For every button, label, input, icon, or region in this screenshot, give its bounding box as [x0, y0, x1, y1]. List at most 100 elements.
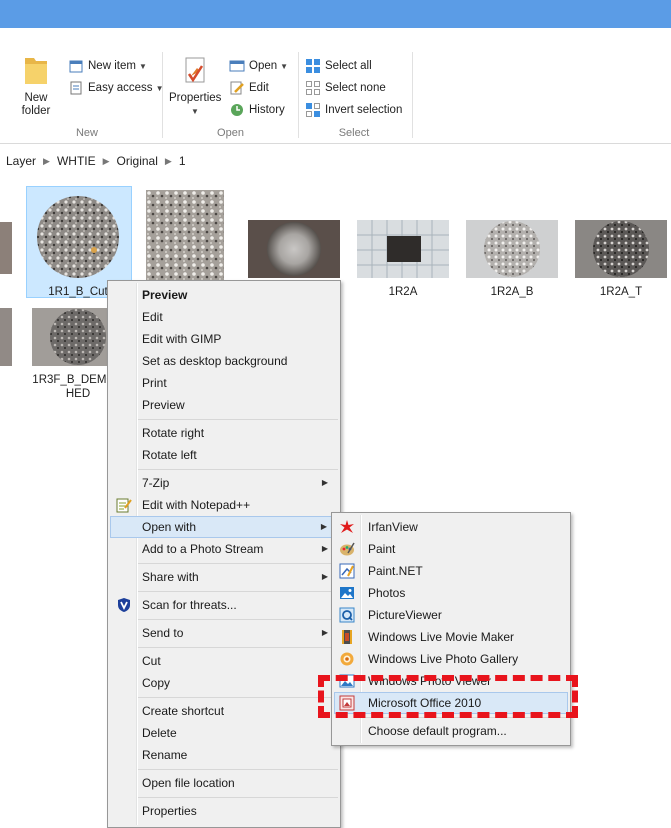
- select-none-button[interactable]: Select none: [305, 78, 386, 98]
- ribbon-group-label-new: New: [75, 127, 98, 139]
- new-item-button[interactable]: New item ▼: [68, 56, 147, 76]
- edit-button[interactable]: Edit: [229, 78, 269, 98]
- file-thumbnail[interactable]: [575, 220, 667, 278]
- file-thumbnail[interactable]: [357, 220, 449, 278]
- menu-item-edit-with-gimp[interactable]: Edit with GIMP: [110, 328, 338, 350]
- partial-thumbnail: [0, 222, 12, 274]
- easy-access-button[interactable]: Easy access ▼: [68, 78, 163, 98]
- window-titlebar: [0, 0, 671, 28]
- menu-item-share-with[interactable]: Share with ▶: [110, 566, 338, 588]
- menu-item-label: Paint.NET: [368, 564, 423, 578]
- menu-item-label: Photos: [368, 586, 406, 600]
- paint-net-icon: [339, 563, 355, 579]
- menu-item-properties[interactable]: Properties: [110, 800, 338, 822]
- ribbon-group-new: New folder New item ▼ Easy access ▼ New: [12, 46, 163, 143]
- menu-separator: [138, 797, 338, 798]
- menu-item-paint[interactable]: Paint: [334, 538, 568, 560]
- menu-item-send-to[interactable]: Send to ▶: [110, 622, 338, 644]
- properties-button[interactable]: Properties ▼: [169, 54, 221, 118]
- menu-item-create-shortcut[interactable]: Create shortcut: [110, 700, 338, 722]
- menu-item-rotate-left[interactable]: Rotate left: [110, 444, 338, 466]
- irfanview-icon: [339, 519, 355, 535]
- menu-item-pictureviewer[interactable]: PictureViewer: [334, 604, 568, 626]
- movie-maker-icon: [339, 629, 355, 645]
- menu-item-scan-for-threats[interactable]: Scan for threats...: [110, 594, 338, 616]
- menu-item-label: Windows Live Photo Gallery: [368, 652, 519, 666]
- file-name[interactable]: 1R2A_T: [575, 285, 667, 299]
- menu-item-photos[interactable]: Photos: [334, 582, 568, 604]
- menu-item-label: IrfanView: [368, 520, 418, 534]
- select-all-label: Select all: [325, 60, 372, 72]
- menu-separator: [138, 469, 338, 470]
- chevron-down-icon: ▼: [280, 61, 289, 71]
- open-icon: [229, 58, 245, 74]
- menu-item-label: Copy: [142, 676, 171, 690]
- breadcrumb-item[interactable]: Original: [117, 154, 158, 168]
- ribbon-separator: [412, 52, 413, 138]
- rock-sample-image: [357, 220, 449, 278]
- history-icon: [229, 102, 245, 118]
- menu-item-edit-with-notepad[interactable]: Edit with Notepad++: [110, 494, 338, 516]
- ribbon-group-open: Properties ▼ Open ▼ Edit History Open: [163, 46, 298, 143]
- menu-item-7zip[interactable]: 7-Zip ▶: [110, 472, 338, 494]
- open-button[interactable]: Open ▼: [229, 56, 288, 76]
- menu-item-set-desktop-background[interactable]: Set as desktop background: [110, 350, 338, 372]
- menu-item-print[interactable]: Print: [110, 372, 338, 394]
- select-none-icon: [305, 80, 321, 96]
- menu-item-open-with[interactable]: Open with ▶: [110, 516, 338, 538]
- menu-item-choose-default-program[interactable]: Choose default program...: [334, 720, 568, 742]
- menu-item-label: Set as desktop background: [142, 354, 288, 368]
- menu-item-preview-default[interactable]: Preview: [110, 284, 338, 306]
- photos-icon: [339, 585, 355, 601]
- chevron-right-icon: ▶: [321, 544, 328, 553]
- invert-selection-button[interactable]: Invert selection: [305, 100, 402, 120]
- menu-item-cut[interactable]: Cut: [110, 650, 338, 672]
- new-folder-label: New folder: [21, 92, 51, 117]
- file-thumbnail[interactable]: [146, 190, 224, 282]
- menu-item-label: Add to a Photo Stream: [142, 542, 264, 556]
- file-name[interactable]: 1R2A: [357, 285, 449, 299]
- menu-item-delete[interactable]: Delete: [110, 722, 338, 744]
- file-thumbnail[interactable]: [466, 220, 558, 278]
- menu-item-edit[interactable]: Edit: [110, 306, 338, 328]
- menu-item-label: PictureViewer: [368, 608, 442, 622]
- menu-item-irfanview[interactable]: IrfanView: [334, 516, 568, 538]
- file-name[interactable]: 1R2A_B: [466, 285, 558, 299]
- rock-sample-image: [146, 190, 224, 282]
- breadcrumb-item[interactable]: WHTIE: [57, 154, 96, 168]
- new-folder-button[interactable]: New folder: [16, 54, 56, 118]
- file-thumbnail[interactable]: [32, 192, 124, 282]
- menu-item-label: Rename: [142, 748, 188, 762]
- menu-item-label: Paint: [368, 542, 396, 556]
- menu-item-label: Preview: [142, 398, 185, 412]
- menu-item-label: Print: [142, 376, 167, 390]
- chevron-right-icon: ▶: [321, 628, 328, 637]
- menu-item-paint-net[interactable]: Paint.NET: [334, 560, 568, 582]
- breadcrumb-item[interactable]: Layer: [6, 154, 36, 168]
- menu-item-windows-live-photo-gallery[interactable]: Windows Live Photo Gallery: [334, 648, 568, 670]
- breadcrumb: Layer ▶ WHTIE ▶ Original ▶ 1: [0, 152, 186, 170]
- select-all-button[interactable]: Select all: [305, 56, 372, 76]
- menu-separator: [138, 769, 338, 770]
- menu-item-rotate-right[interactable]: Rotate right: [110, 422, 338, 444]
- paint-palette-icon: [339, 541, 355, 557]
- file-thumbnail[interactable]: [248, 220, 340, 278]
- menu-item-label: Edit with GIMP: [142, 332, 222, 346]
- menu-separator: [138, 591, 338, 592]
- chevron-right-icon: ▶: [102, 155, 110, 166]
- menu-item-label: Create shortcut: [142, 704, 225, 718]
- menu-item-preview[interactable]: Preview: [110, 394, 338, 416]
- menu-item-copy[interactable]: Copy: [110, 672, 338, 694]
- history-label: History: [249, 104, 285, 116]
- menu-item-rename[interactable]: Rename: [110, 744, 338, 766]
- menu-item-open-file-location[interactable]: Open file location: [110, 772, 338, 794]
- menu-separator: [138, 419, 338, 420]
- menu-item-windows-live-movie-maker[interactable]: Windows Live Movie Maker: [334, 626, 568, 648]
- edit-pencil-icon: [229, 80, 245, 96]
- menu-item-label: Open with: [142, 520, 197, 534]
- history-button[interactable]: History: [229, 100, 285, 120]
- breadcrumb-item[interactable]: 1: [179, 154, 186, 168]
- menu-item-add-to-photo-stream[interactable]: Add to a Photo Stream ▶: [110, 538, 338, 560]
- menu-item-label: Preview: [142, 288, 188, 302]
- easy-access-label: Easy access: [88, 82, 153, 94]
